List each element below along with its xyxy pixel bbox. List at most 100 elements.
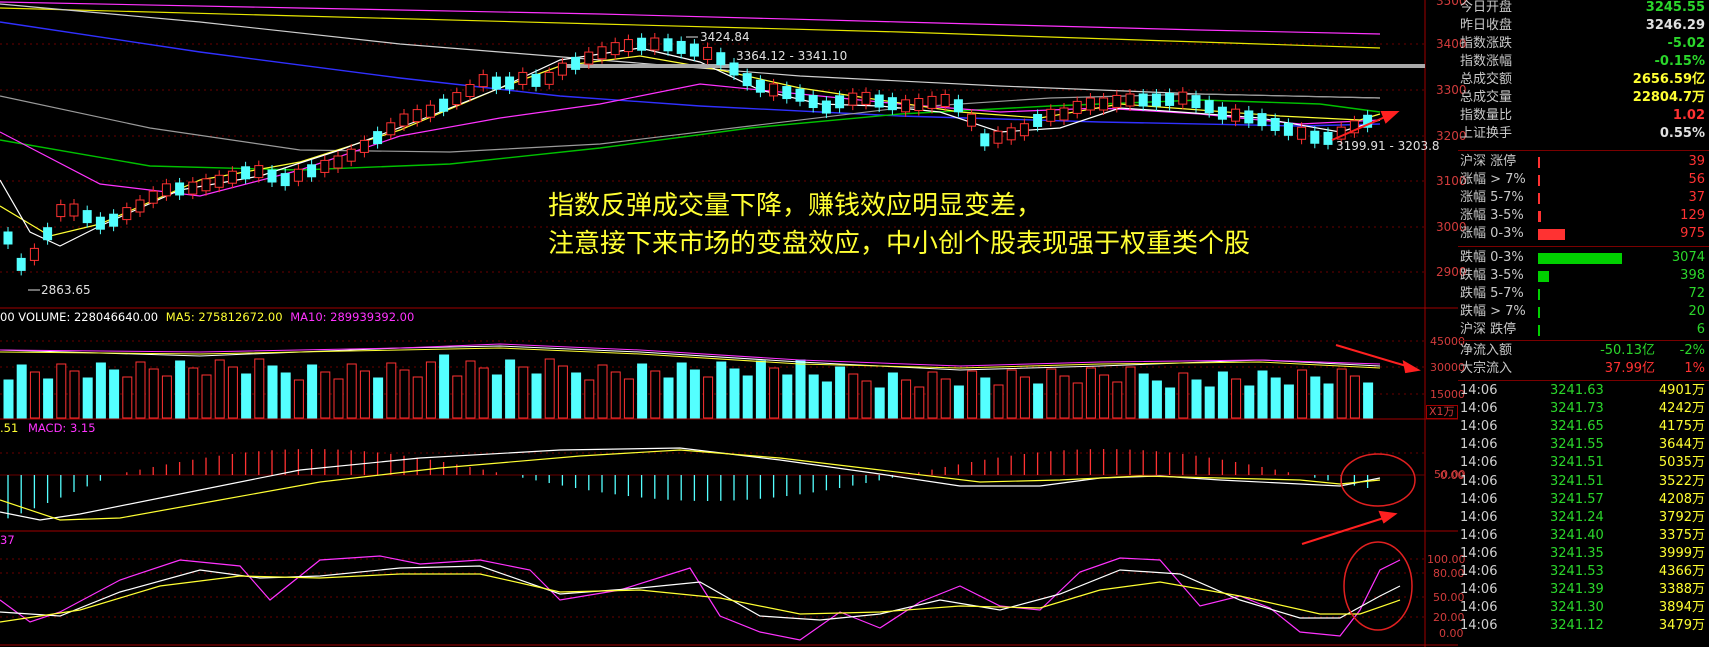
volume-bar xyxy=(848,373,859,419)
volume-bar xyxy=(874,387,885,419)
ma-line-green xyxy=(0,99,1381,171)
trade-time: 14:06 xyxy=(1460,401,1498,417)
trade-row[interactable]: 14:06 3241.51 3522万 xyxy=(1458,473,1709,491)
candle-body xyxy=(676,40,686,54)
volume-bar xyxy=(1257,370,1268,419)
macd-value: MACD: 3.15 xyxy=(27,421,96,435)
trade-row[interactable]: 14:06 3241.57 4208万 xyxy=(1458,491,1709,509)
trade-row[interactable]: 14:06 3241.51 5035万 xyxy=(1458,454,1709,472)
candle-body xyxy=(1059,107,1069,121)
trade-volume: 3999万 xyxy=(1658,545,1705,561)
candle-body xyxy=(755,79,765,93)
volume-bar xyxy=(597,364,608,419)
ma-line-yellow-long xyxy=(0,7,1381,49)
trade-row[interactable]: 14:06 3241.12 3479万 xyxy=(1458,617,1709,635)
candle-body xyxy=(1099,97,1109,111)
breadth-value: 39 xyxy=(1688,154,1705,169)
breadth-down-row: 跌幅 3-5% 398 xyxy=(1458,267,1709,285)
breadth-down-row: 跌幅 0-3% 3074 xyxy=(1458,249,1709,267)
volume-bar xyxy=(1125,366,1136,419)
volume-bar xyxy=(967,370,978,419)
volume-bar xyxy=(254,358,265,419)
macd-bars-group xyxy=(7,449,1369,519)
candle-body xyxy=(135,199,145,213)
trade-time: 14:06 xyxy=(1460,527,1498,543)
trade-time: 14:06 xyxy=(1460,437,1498,453)
trade-price: 3241.57 xyxy=(1550,491,1604,507)
trade-row[interactable]: 14:06 3241.40 3375万 xyxy=(1458,527,1709,545)
candle-body xyxy=(927,95,937,109)
trade-price: 3241.30 xyxy=(1550,600,1604,616)
breadth-down-row: 跌幅 5-7% 72 xyxy=(1458,285,1709,303)
volume-bar xyxy=(267,365,278,419)
trade-row[interactable]: 14:06 3241.24 3792万 xyxy=(1458,509,1709,527)
candle-body xyxy=(293,168,303,182)
stat-value: 3245.55 xyxy=(1645,0,1705,15)
volume-bar xyxy=(69,370,80,419)
trade-row[interactable]: 14:06 3241.30 3894万 xyxy=(1458,599,1709,617)
annotation-arrows xyxy=(1301,111,1421,545)
volume-bar xyxy=(1112,381,1123,419)
candle-body xyxy=(148,190,158,204)
flow-value: -50.13亿 xyxy=(1600,343,1655,358)
volume-bar xyxy=(43,378,54,419)
candle-body xyxy=(1191,95,1201,109)
trade-row[interactable]: 14:06 3241.63 4901万 xyxy=(1458,382,1709,400)
candle-body xyxy=(874,94,884,108)
candle-body xyxy=(557,62,567,76)
breadth-bar xyxy=(1538,307,1540,318)
candle-body xyxy=(175,182,185,196)
candle-body xyxy=(848,92,858,106)
volume-bar xyxy=(769,367,780,419)
trade-price: 3241.39 xyxy=(1550,582,1604,598)
candle-body xyxy=(663,38,673,52)
candle-body xyxy=(1085,97,1095,111)
trade-row[interactable]: 14:06 3241.65 4175万 xyxy=(1458,418,1709,436)
trade-row[interactable]: 14:06 3241.73 4242万 xyxy=(1458,400,1709,418)
volume-ma-white xyxy=(0,345,1381,371)
volume-bar xyxy=(3,379,14,419)
candle-body xyxy=(267,169,277,183)
candle-body xyxy=(386,122,396,136)
volume-bar xyxy=(241,373,252,419)
breadth-bar xyxy=(1538,289,1540,300)
candle-body xyxy=(597,46,607,60)
kdj-line-yellow xyxy=(0,573,1401,623)
volume-bar xyxy=(557,365,568,419)
stat-label: 指数涨幅 xyxy=(1460,54,1513,69)
candle-body xyxy=(769,83,779,97)
volume-bar xyxy=(993,384,1004,419)
volume-bar xyxy=(703,376,714,419)
candle-body xyxy=(214,174,224,188)
trade-row[interactable]: 14:06 3241.39 3388万 xyxy=(1458,581,1709,599)
trade-volume: 4175万 xyxy=(1658,419,1705,435)
trade-row[interactable]: 14:06 3241.53 4366万 xyxy=(1458,563,1709,581)
candle-body xyxy=(29,247,39,261)
candle-body xyxy=(3,231,13,245)
candle-body xyxy=(1283,122,1293,136)
trade-price: 3241.73 xyxy=(1550,401,1604,417)
candle-body xyxy=(1006,127,1016,141)
trade-price: 3241.65 xyxy=(1550,419,1604,435)
volume-bar xyxy=(122,376,133,419)
volume-bar xyxy=(914,386,925,419)
candle-body xyxy=(359,139,369,153)
trade-row[interactable]: 14:06 3241.35 3999万 xyxy=(1458,545,1709,563)
candle-body xyxy=(782,86,792,100)
trade-row[interactable]: 14:06 3241.55 3644万 xyxy=(1458,436,1709,454)
breadth-label: 跌幅 5-7% xyxy=(1460,286,1524,301)
breadth-value: 37 xyxy=(1688,190,1705,205)
stat-row: 指数涨幅 -0.15% xyxy=(1458,53,1709,71)
volume-bar xyxy=(623,378,634,419)
annotation-line-1: 指数反弹成交量下降，赚钱效应明显变差， xyxy=(548,191,1043,221)
volume-bar xyxy=(610,371,621,419)
volume-header-prefix: 00 xyxy=(0,310,15,324)
breadth-bar xyxy=(1538,229,1565,240)
trade-volume: 3479万 xyxy=(1658,618,1705,634)
candle-body xyxy=(584,51,594,65)
candle-body xyxy=(491,76,501,90)
candle-body xyxy=(729,62,739,76)
candle-body xyxy=(227,170,237,184)
trade-volume: 4242万 xyxy=(1658,401,1705,417)
candle-body xyxy=(373,131,383,145)
